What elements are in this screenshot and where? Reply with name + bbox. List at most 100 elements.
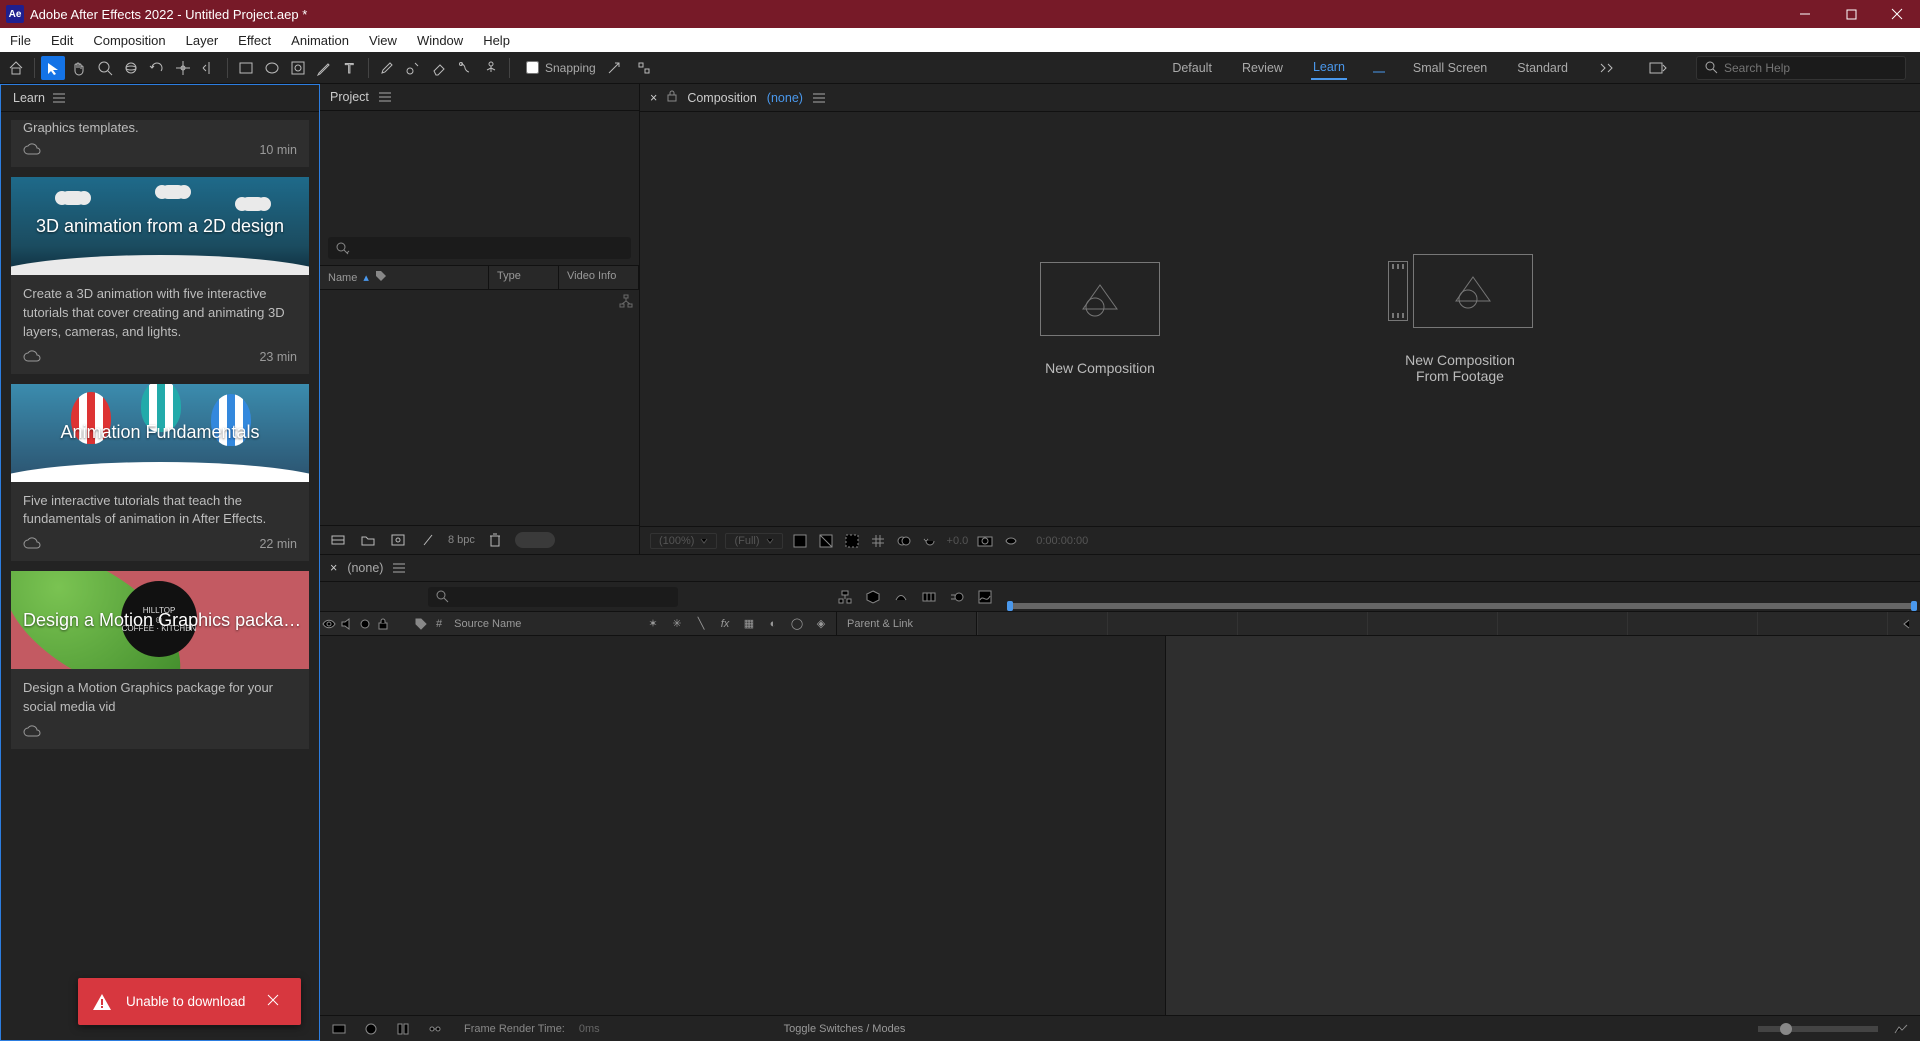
snap-opt2-icon[interactable] [632,56,656,80]
draft3d-icon[interactable] [864,588,882,606]
timeline-track-area[interactable] [1166,636,1920,1015]
zoom-dropdown[interactable]: (100%) [650,533,717,549]
rectangle-tool-icon[interactable] [234,56,258,80]
brush-tool-icon[interactable] [375,56,399,80]
frame-blend-icon[interactable] [920,588,938,606]
project-body[interactable] [320,290,639,525]
timeline-search[interactable] [428,587,678,607]
menu-composition[interactable]: Composition [83,28,175,52]
composition-tab[interactable]: Composition [687,91,756,105]
ellipse-tool-icon[interactable] [260,56,284,80]
graph-editor-icon[interactable] [976,588,994,606]
menu-animation[interactable]: Animation [281,28,359,52]
mask-view-icon[interactable] [817,532,835,550]
share-review-icon[interactable] [1646,56,1670,80]
learn-card[interactable]: 3D animation from a 2D design Create a 3… [11,177,309,374]
home-tool-icon[interactable] [4,56,28,80]
roto-tool-icon[interactable] [453,56,477,80]
lock-col-icon[interactable] [374,615,392,633]
label-icon[interactable] [375,270,387,285]
pen-tool-icon[interactable] [312,56,336,80]
sort-asc-icon[interactable]: ▴ [363,271,369,284]
col-parent-link[interactable]: Parent & Link [836,612,976,635]
region-icon[interactable] [843,532,861,550]
reset-expo-icon[interactable] [921,532,939,550]
menu-edit[interactable]: Edit [41,28,83,52]
col-name[interactable]: Name [328,272,357,284]
adjust-switch-icon[interactable]: ◯ [788,615,806,633]
flowchart-icon[interactable] [619,294,633,313]
workspace-overflow-icon[interactable] [1596,56,1620,80]
puppet-tool-icon[interactable] [479,56,503,80]
workspace-learn[interactable]: Learn [1311,56,1347,80]
eye-col-icon[interactable] [320,615,338,633]
workspace-default[interactable]: Default [1170,57,1214,79]
exposure-value[interactable]: +0.0 [947,535,969,547]
text-tool-icon[interactable]: T [338,56,362,80]
show-snapshot-icon[interactable] [1002,532,1020,550]
mask-tool-icon[interactable] [286,56,310,80]
shy-switch-icon[interactable]: ✶ [644,615,662,633]
rotation-tool-icon[interactable] [145,56,169,80]
channel-icon[interactable] [895,532,913,550]
resolution-dropdown[interactable]: (Full) [725,533,782,549]
new-composition-button[interactable]: New Composition [990,262,1210,376]
trash-icon[interactable] [485,530,505,550]
snapshot-icon[interactable] [976,532,994,550]
workspace-standard[interactable]: Standard [1515,57,1570,79]
menu-layer[interactable]: Layer [176,28,229,52]
workspace-learn-menu-icon[interactable] [1373,62,1385,74]
workspace-review[interactable]: Review [1240,57,1285,79]
snapping-checkbox[interactable] [526,61,539,74]
learn-card[interactable]: Graphics templates. 10 min [11,120,309,167]
snap-opt1-icon[interactable] [602,56,626,80]
3d-switch-icon[interactable]: ◈ [812,615,830,633]
workspace-smallscreen[interactable]: Small Screen [1411,57,1489,79]
col-hash[interactable]: # [430,618,448,630]
learn-card[interactable]: Animation Fundamentals Five interactive … [11,384,309,562]
toggle-switch3-icon[interactable] [394,1020,412,1038]
toast-close-icon[interactable] [259,990,287,1013]
project-panel-menu-icon[interactable] [379,91,391,103]
zoom-tool-icon[interactable] [93,56,117,80]
learn-tab[interactable]: Learn [13,91,45,105]
learn-panel-menu-icon[interactable] [53,92,65,104]
solo-col-icon[interactable] [356,615,374,633]
menu-effect[interactable]: Effect [228,28,281,52]
adjust-icon[interactable] [418,530,438,550]
interpret-icon[interactable] [328,530,348,550]
orbit-tool-icon[interactable] [119,56,143,80]
learn-card[interactable]: HILLTOP◎COFFEE · KITCHEN Design a Motion… [11,571,309,749]
label-col-icon[interactable] [412,615,430,633]
timeline-zoom-slider[interactable] [1758,1026,1878,1032]
transparency-grid-icon[interactable] [791,532,809,550]
eraser-tool-icon[interactable] [427,56,451,80]
lock-icon[interactable] [667,90,677,105]
toggle-switch1-icon[interactable] [330,1020,348,1038]
toggle-switch4-icon[interactable] [426,1020,444,1038]
new-composition-from-footage-button[interactable]: New Composition From Footage [1350,254,1570,384]
composition-panel-menu-icon[interactable] [813,92,825,104]
selection-tool-icon[interactable] [41,56,65,80]
collapse-switch-icon[interactable]: ✳ [668,615,686,633]
menu-window[interactable]: Window [407,28,473,52]
toggle-switches-modes[interactable]: Toggle Switches / Modes [784,1023,906,1035]
search-help[interactable] [1696,56,1906,80]
col-source-name[interactable]: Source Name [448,618,638,630]
timeline-state[interactable]: (none) [347,561,383,575]
project-tab[interactable]: Project [330,90,369,104]
frameblend-switch-icon[interactable]: ▦ [740,615,758,633]
maximize-button[interactable] [1828,0,1874,28]
pan-behind-tool-icon[interactable] [197,56,221,80]
motion-blur-icon[interactable] [948,588,966,606]
motionblur-switch-icon[interactable]: ◐ [764,615,782,633]
grid-icon[interactable] [869,532,887,550]
toggle-switch2-icon[interactable] [362,1020,380,1038]
menu-file[interactable]: File [0,28,41,52]
search-help-input[interactable] [1724,61,1897,75]
bpc-label[interactable]: 8 bpc [448,534,475,546]
close-button[interactable] [1874,0,1920,28]
timecode-display[interactable]: 0:00:00:00 [1036,535,1088,547]
comp-close-icon[interactable]: × [650,91,657,105]
folder-icon[interactable] [358,530,378,550]
